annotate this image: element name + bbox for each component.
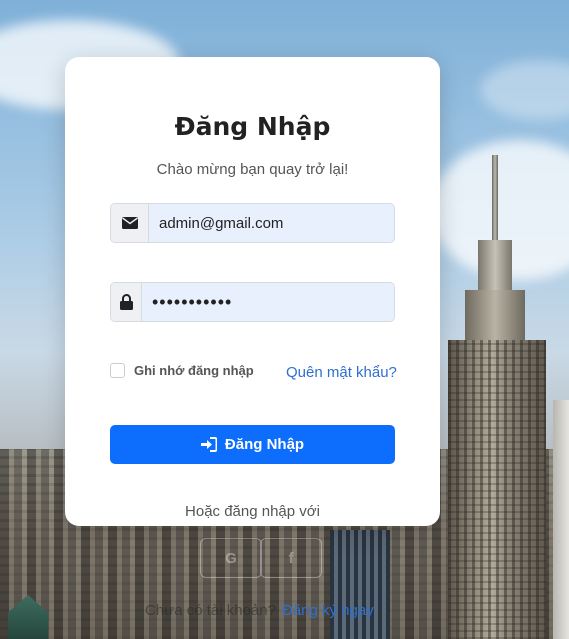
page-subtitle: Chào mừng bạn quay trở lại! <box>156 161 349 178</box>
forgot-password-link[interactable]: Quên mật khẩu? <box>286 364 397 381</box>
google-login-button[interactable]: G <box>200 538 262 578</box>
email-input[interactable] <box>149 204 394 242</box>
login-card: Đăng Nhập Chào mừng bạn quay trở lại! Gh… <box>65 57 440 526</box>
page-title: Đăng Nhập <box>174 112 331 141</box>
remember-checkbox[interactable] <box>110 363 125 378</box>
google-icon: G <box>225 549 237 567</box>
login-button-label: Đăng Nhập <box>224 436 305 453</box>
remember-me: Ghi nhớ đăng nhập <box>110 363 254 378</box>
signup-text: Chưa có tài khoản? <box>145 602 276 619</box>
signup-link[interactable]: Đăng ký ngay <box>282 602 374 619</box>
password-input-group <box>110 282 395 322</box>
remember-label: Ghi nhớ đăng nhập <box>134 363 254 378</box>
facebook-icon: f <box>288 549 294 567</box>
sign-in-icon <box>200 437 217 452</box>
signup-row: Chưa có tài khoản? Đăng ký ngay <box>145 602 374 619</box>
or-divider-text: Hoặc đăng nhập với <box>185 503 320 520</box>
envelope-icon <box>111 204 149 242</box>
lock-icon <box>111 283 142 321</box>
facebook-login-button[interactable]: f <box>260 538 322 578</box>
password-input[interactable] <box>142 283 394 321</box>
login-button[interactable]: Đăng Nhập <box>110 425 395 464</box>
email-input-group <box>110 203 395 243</box>
